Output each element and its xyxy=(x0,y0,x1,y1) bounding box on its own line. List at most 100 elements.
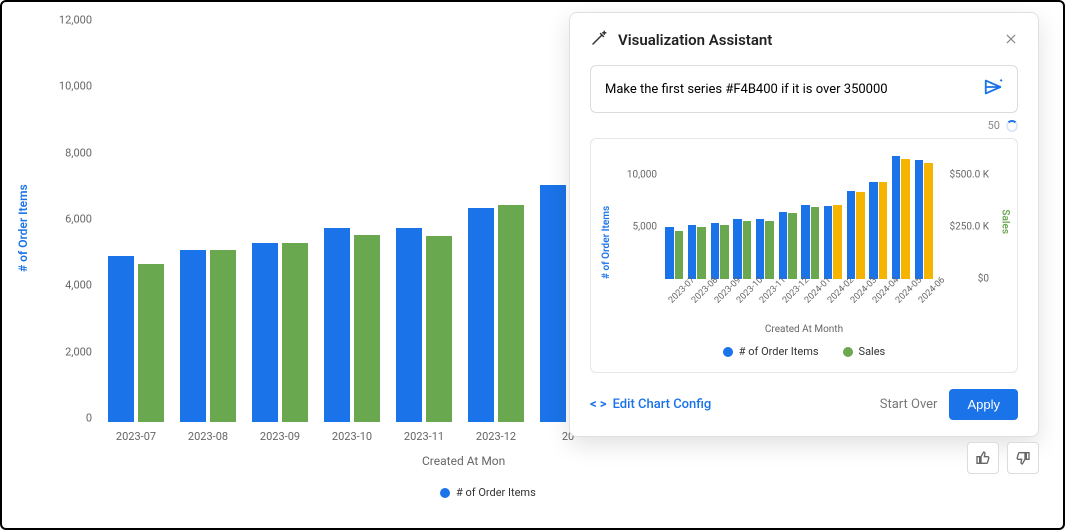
close-button[interactable] xyxy=(1004,31,1018,50)
feedback-buttons xyxy=(967,442,1039,474)
bar-order-items xyxy=(468,208,494,422)
app-frame: # of Order Items 0 2,000 4,000 6,000 8,0… xyxy=(0,0,1065,530)
y2-tick: $250.0 K xyxy=(950,222,990,233)
preview-plot-area xyxy=(663,155,935,279)
legend-dot-icon xyxy=(843,347,853,357)
bar-group xyxy=(756,219,774,279)
bar-group xyxy=(847,191,865,279)
bar-group xyxy=(869,182,887,279)
bar-sales xyxy=(498,205,524,422)
edit-chart-config-link[interactable]: < > Edit Chart Config xyxy=(590,397,711,412)
bar-sales xyxy=(210,250,236,422)
prompt-input-row xyxy=(590,65,1018,113)
y-tick: 5,000 xyxy=(633,222,657,233)
bar-order-items xyxy=(915,160,924,279)
bar-order-items xyxy=(180,250,206,422)
bar-sales xyxy=(879,182,888,279)
main-legend: # of Order Items xyxy=(440,486,536,499)
bar-sales xyxy=(354,235,380,422)
bar-order-items xyxy=(665,227,674,279)
x-tick-label: 2023-11 xyxy=(404,430,444,443)
y2-tick: $0 xyxy=(978,274,989,285)
x-tick-label: 2023-10 xyxy=(332,430,372,443)
apply-button[interactable]: Apply xyxy=(949,389,1018,420)
bar-sales xyxy=(833,205,842,279)
bar-group xyxy=(824,205,842,279)
bar-group xyxy=(108,256,164,422)
preview-x-ticks: 2023-072023-082023-092023-102023-112023-… xyxy=(663,283,935,317)
thumbs-down-icon xyxy=(1015,450,1031,466)
bar-sales xyxy=(743,221,752,279)
thumbs-up-button[interactable] xyxy=(967,442,999,474)
bar-order-items xyxy=(711,223,720,279)
bar-order-items xyxy=(869,182,878,279)
legend-label: # of Order Items xyxy=(739,345,819,358)
bar-group xyxy=(468,205,524,422)
legend-label: Sales xyxy=(859,345,886,358)
x-tick-label: 2023-09 xyxy=(260,430,300,443)
bar-group xyxy=(779,212,797,279)
bar-group xyxy=(252,243,308,422)
legend-dot-icon xyxy=(440,488,450,498)
bar-group xyxy=(324,228,380,422)
y-tick: 4,000 xyxy=(65,279,92,292)
wand-icon xyxy=(590,29,608,51)
bar-order-items xyxy=(252,243,278,422)
panel-header: Visualization Assistant xyxy=(590,29,1018,51)
send-button[interactable] xyxy=(983,76,1005,102)
y-tick: 12,000 xyxy=(59,14,92,27)
spinner-icon xyxy=(1006,120,1018,132)
bar-group xyxy=(688,225,706,279)
bar-sales xyxy=(901,159,910,279)
y-tick: 0 xyxy=(86,412,92,425)
bar-sales xyxy=(924,163,933,279)
x-tick-label: 2023-12 xyxy=(476,430,516,443)
bar-sales xyxy=(788,213,797,279)
preview-y2-axis-label: Sales xyxy=(1000,209,1011,234)
thumbs-up-icon xyxy=(975,450,991,466)
bar-order-items xyxy=(540,185,566,422)
y-tick: 10,000 xyxy=(59,80,92,93)
preview-x-axis-title: Created At Month xyxy=(601,324,1007,335)
panel-title: Visualization Assistant xyxy=(618,31,994,49)
y-tick: 2,000 xyxy=(65,346,92,359)
y-axis-label: # of Order Items xyxy=(16,184,30,272)
start-over-button[interactable]: Start Over xyxy=(880,397,938,412)
bar-order-items xyxy=(324,228,350,422)
bar-order-items xyxy=(824,206,833,279)
preview-y-axis-label: # of Order Items xyxy=(601,206,612,279)
bar-group xyxy=(180,250,236,422)
bar-sales xyxy=(697,227,706,279)
thumbs-down-button[interactable] xyxy=(1007,442,1039,474)
bar-order-items xyxy=(733,219,742,279)
bar-order-items xyxy=(779,212,788,279)
quota-row: 50 xyxy=(590,119,1018,132)
code-icon: < > xyxy=(590,397,607,412)
preview-chart: # of Order Items Sales 5,000 10,000 $0 $… xyxy=(601,149,1007,339)
bar-group xyxy=(733,219,751,279)
close-icon xyxy=(1004,32,1018,46)
visualization-assistant-panel: Visualization Assistant 50 # of Order It… xyxy=(569,12,1039,437)
x-axis-title: Created At Mon xyxy=(422,454,505,468)
bar-sales xyxy=(138,264,164,422)
quota-count: 50 xyxy=(988,119,1000,132)
legend-label: # of Order Items xyxy=(456,486,536,499)
bar-sales xyxy=(856,192,865,279)
bar-group xyxy=(665,227,683,279)
x-tick-label: 2023-08 xyxy=(188,430,228,443)
bar-order-items xyxy=(756,219,765,279)
bar-group xyxy=(892,156,910,279)
bar-sales xyxy=(426,236,452,422)
bar-sales xyxy=(675,231,684,279)
bar-group xyxy=(915,160,933,279)
bar-group xyxy=(711,223,729,279)
bar-group xyxy=(396,228,452,422)
prompt-input[interactable] xyxy=(603,81,973,98)
preview-card: # of Order Items Sales 5,000 10,000 $0 $… xyxy=(590,138,1018,373)
edit-chart-config-label: Edit Chart Config xyxy=(613,397,712,412)
y-tick: 6,000 xyxy=(65,213,92,226)
bar-order-items xyxy=(688,225,697,279)
bar-sales xyxy=(811,207,820,279)
bar-sales xyxy=(282,243,308,422)
bar-order-items xyxy=(892,156,901,279)
